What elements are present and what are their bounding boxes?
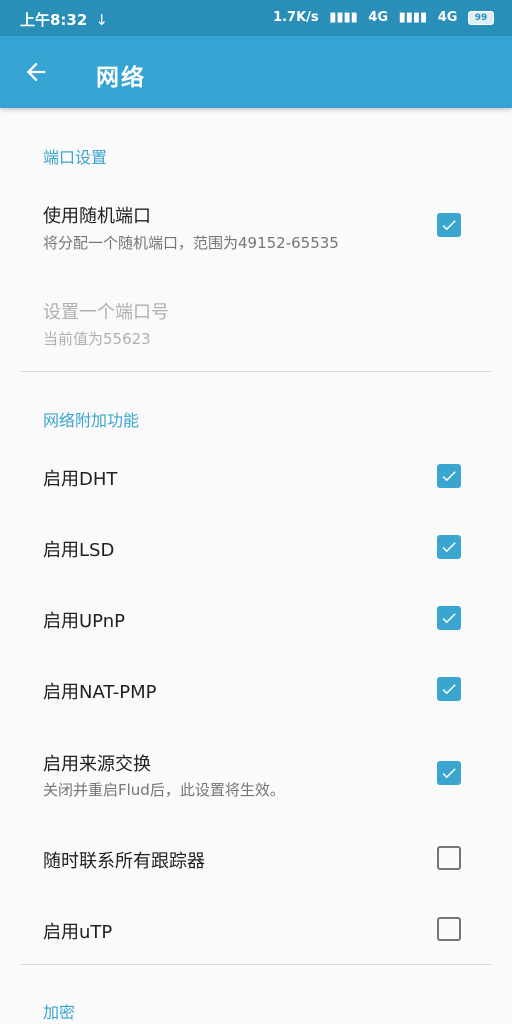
peer-exchange-checkbox[interactable]	[437, 761, 461, 785]
app-bar: 网络	[0, 36, 512, 108]
check-icon	[442, 768, 456, 779]
status-right: 1.7K/s ▮▮▮▮ 4G ▮▮▮▮ 4G 99	[267, 10, 494, 25]
pref-title: 设置一个端口号	[43, 302, 169, 323]
pref-title: 使用随机端口	[43, 206, 151, 227]
network-type-1: 4G	[368, 10, 389, 25]
check-icon	[442, 684, 456, 695]
pref-summary: 将分配一个随机端口，范围为49152-65535	[43, 234, 339, 252]
pref-title: 启用来源交换	[43, 754, 151, 775]
status-bar: 上午8:32 ↓ 1.7K/s ▮▮▮▮ 4G ▮▮▮▮ 4G 99	[0, 0, 512, 36]
network-type-2: 4G	[437, 10, 458, 25]
all-trackers-checkbox[interactable]	[437, 846, 461, 870]
utp-checkbox[interactable]	[437, 917, 461, 941]
status-left: 上午8:32 ↓	[20, 9, 108, 30]
dht-checkbox[interactable]	[437, 464, 461, 488]
page-title: 网络	[96, 65, 146, 91]
pref-summary: 当前值为55623	[43, 330, 151, 348]
divider	[21, 964, 491, 965]
network-speed: 1.7K/s	[273, 10, 319, 25]
section-header-port: 端口设置	[43, 148, 108, 167]
back-arrow-icon[interactable]	[22, 58, 50, 86]
section-header-encryption: 加密	[43, 1003, 76, 1022]
pref-summary: 关闭并重启Flud后，此设置将生效。	[43, 781, 285, 799]
signal-icon: ▮▮▮▮	[329, 10, 358, 25]
check-icon	[442, 471, 456, 482]
battery-icon: 99	[468, 10, 494, 25]
nat-pmp-checkbox[interactable]	[437, 677, 461, 701]
pref-title: 随时联系所有跟踪器	[43, 851, 205, 872]
section-header-network-extras: 网络附加功能	[43, 411, 140, 430]
random-port-checkbox[interactable]	[437, 213, 461, 237]
check-icon	[442, 542, 456, 553]
pref-title: 启用NAT-PMP	[43, 682, 157, 703]
divider	[21, 371, 491, 372]
pref-title: 启用uTP	[43, 922, 113, 943]
pref-title: 启用LSD	[43, 540, 115, 561]
pref-title: 启用UPnP	[43, 611, 125, 632]
check-icon	[442, 220, 456, 231]
lsd-checkbox[interactable]	[437, 535, 461, 559]
signal-icon: ▮▮▮▮	[398, 10, 428, 25]
check-icon	[442, 613, 456, 624]
download-icon: ↓	[95, 11, 108, 29]
status-time: 上午8:32	[20, 11, 88, 29]
pref-title: 启用DHT	[43, 469, 118, 490]
upnp-checkbox[interactable]	[437, 606, 461, 630]
